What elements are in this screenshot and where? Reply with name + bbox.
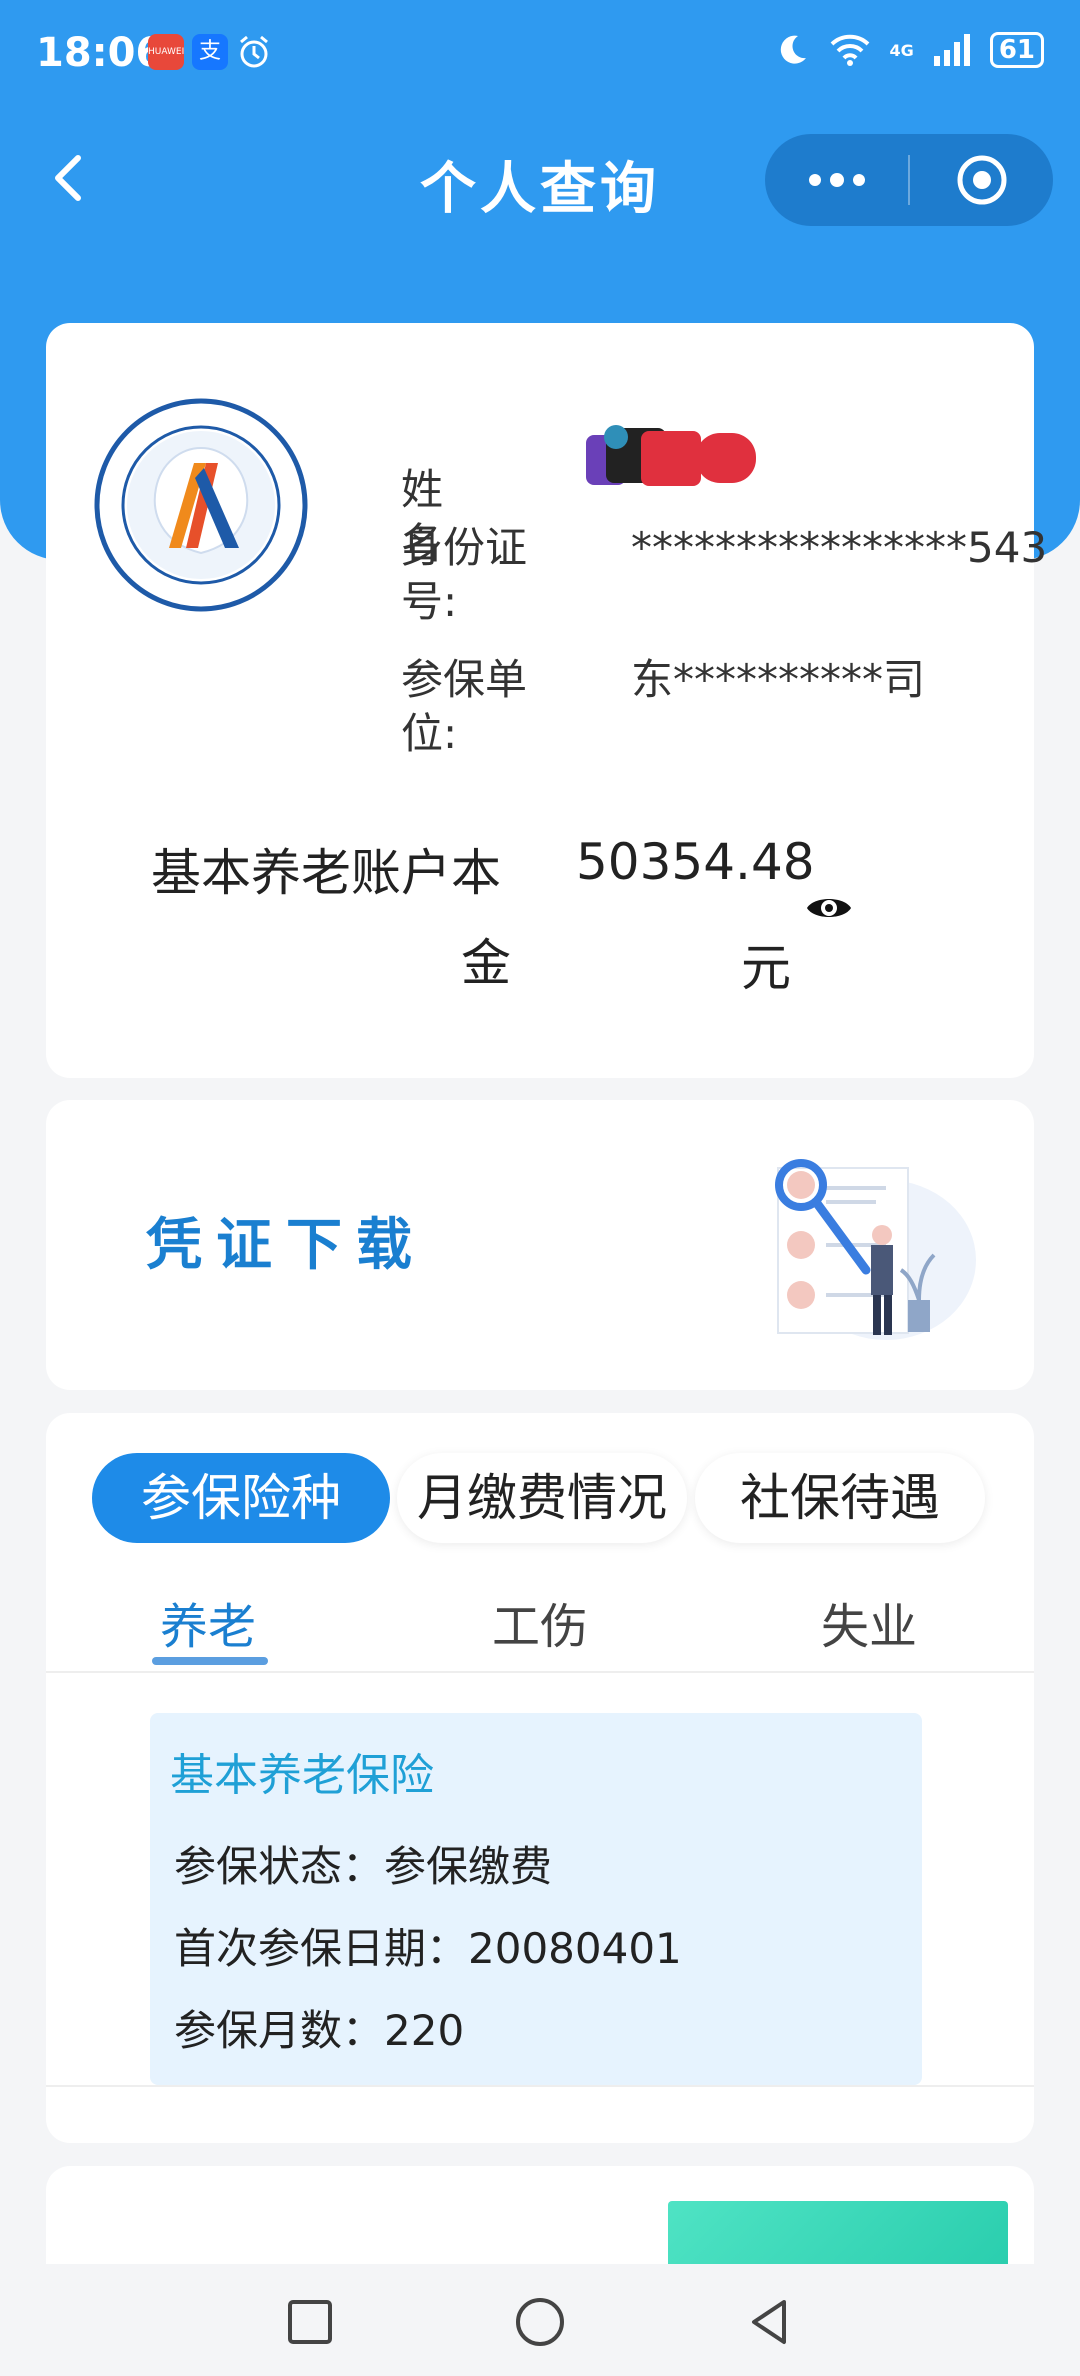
subtab-work-injury[interactable]: 工伤: [492, 1587, 588, 1657]
subtab-unemployment[interactable]: 失业: [821, 1587, 917, 1657]
divider: [46, 2085, 1034, 2087]
balance-label-cont: 金: [461, 934, 511, 992]
unit-value: 东**********司: [631, 655, 926, 704]
voucher-download-label: 凭证下载: [146, 1213, 426, 1278]
status-right-icons: 4G 61: [774, 32, 1044, 68]
id-value: ****************543: [631, 523, 1048, 572]
status-time: 18:06: [36, 30, 164, 76]
tab-monthly-payment[interactable]: 月缴费情况: [397, 1453, 687, 1543]
unit-row: 参保单位: 东**********司: [401, 653, 925, 761]
more-menu-button[interactable]: [765, 134, 908, 226]
voucher-download-card[interactable]: 凭证下载: [46, 1100, 1034, 1390]
enrollment-status: 参保状态：参保缴费: [174, 1842, 553, 1891]
insurance-tabs-card: 参保险种 月缴费情况 社保待遇 养老 工伤 失业 基本养老保险 参保状态：参保缴…: [46, 1413, 1034, 2143]
tab-insurance-types[interactable]: 参保险种: [92, 1453, 390, 1543]
first-enrollment-date: 首次参保日期：20080401: [174, 1924, 682, 1973]
balance-unit: 元: [741, 939, 791, 997]
tab-social-benefits[interactable]: 社保待遇: [695, 1453, 985, 1543]
moon-icon: [780, 35, 806, 64]
hrss-department-logo: [94, 398, 308, 612]
signal-icon: [933, 34, 970, 66]
pension-details-panel: 基本养老保险 参保状态：参保缴费 首次参保日期：20080401 参保月数：22…: [150, 1713, 922, 2085]
close-mini-program-button[interactable]: [910, 134, 1053, 226]
home-icon[interactable]: [510, 2292, 570, 2352]
panel-title: 基本养老保险: [170, 1750, 434, 1801]
subtab-pension[interactable]: 养老: [160, 1587, 256, 1657]
document-search-illustration: [775, 1159, 976, 1340]
unit-label: 参保单位:: [401, 655, 528, 758]
battery-indicator: 61: [989, 32, 1044, 68]
id-row: 身份证号: ****************543: [401, 521, 1047, 629]
huawei-app-icon: HUAWEI: [148, 34, 184, 70]
more-dots-icon: [808, 173, 865, 187]
id-label: 身份证号:: [401, 523, 528, 626]
wifi-icon: [830, 34, 869, 66]
alipay-app-icon: 支: [192, 34, 228, 70]
main-tab-bar: 参保险种 月缴费情况 社保待遇: [92, 1453, 992, 1545]
active-subtab-indicator: [152, 1657, 268, 1665]
enrollment-months: 参保月数：220: [174, 2006, 465, 2055]
status-bar: 18:06 HUAWEI 支 4G 61: [0, 0, 1080, 100]
personal-info-card: 姓 名 身份证号: ****************543 参保单位: 东***…: [46, 323, 1047, 1078]
target-circle-icon: [957, 155, 1006, 205]
network-type: 4G: [889, 40, 914, 60]
nav-bar: 个人查询: [0, 120, 1080, 240]
system-navigation-bar: [0, 2264, 1080, 2376]
eye-icon[interactable]: [804, 890, 854, 926]
balance-value: 50354.48: [576, 833, 815, 891]
alarm-icon: [236, 34, 272, 70]
back-triangle-icon[interactable]: [740, 2292, 800, 2352]
recent-apps-icon[interactable]: [280, 2292, 340, 2352]
balance-label: 基本养老账户本: [151, 844, 501, 902]
sub-tab-bar: 养老 工伤 失业: [46, 1563, 1034, 1673]
mini-program-capsule: [765, 134, 1053, 226]
name-redaction: [586, 425, 756, 486]
